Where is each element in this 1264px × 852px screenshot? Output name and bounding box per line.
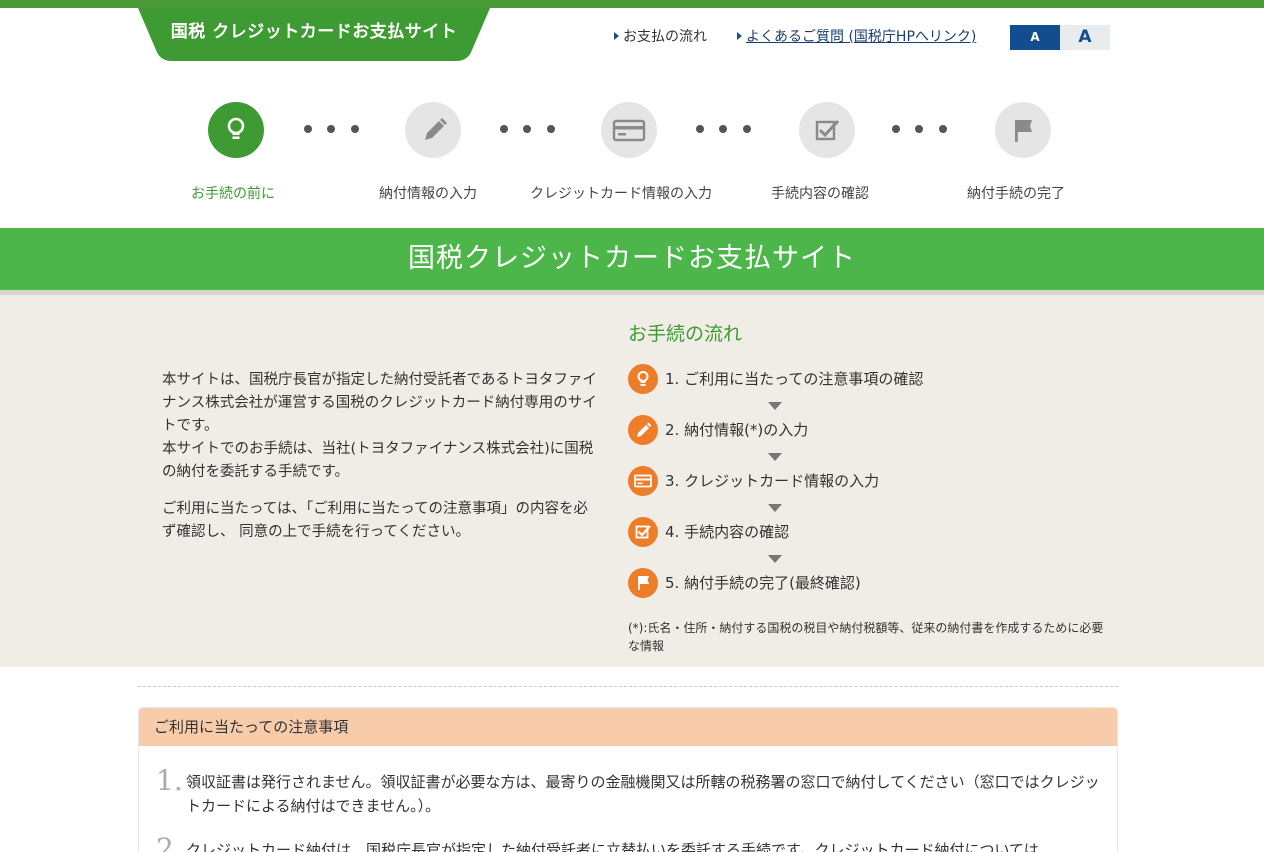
step-card-info	[601, 102, 657, 158]
payment-flow-link-label: お支払の流れ	[623, 29, 707, 45]
credit-card-icon	[612, 119, 646, 142]
top-accent-bar	[0, 0, 1264, 8]
flow-item-icon	[628, 466, 658, 496]
flag-icon	[638, 576, 649, 590]
checkbox-icon	[815, 119, 840, 141]
flow-arrow	[768, 504, 782, 512]
lightbulb-icon	[227, 117, 245, 139]
notice-item-text: 領収証書は発行されません。領収証書が必要な方は、最寄りの金融機関又は所轄の税務署…	[186, 773, 1100, 815]
notice-item-number: 1.	[156, 764, 183, 797]
pencil-icon	[425, 118, 447, 140]
font-size-small-button[interactable]: A	[1010, 25, 1060, 50]
flow-item-icon	[628, 517, 658, 547]
step-label-before: お手続の前に	[191, 186, 275, 202]
step-separator	[696, 125, 766, 135]
flow-item-text: 3. クレジットカード情報の入力	[665, 472, 880, 490]
step-payment-info	[405, 102, 461, 158]
step-label-confirm: 手続内容の確認	[771, 186, 869, 202]
intro-paragraph: 本サイトでのお手続は、当社(トヨタファイナンス株式会社)に国税の納付を委託する手…	[162, 441, 594, 480]
step-separator	[500, 125, 570, 135]
site-logo[interactable]: 国税 クレジットカードお支払サイト	[138, 8, 490, 62]
flow-item-text: 4. 手続内容の確認	[665, 523, 790, 541]
usage-notice-box: ご利用に当たっての注意事項 1. 領収証書は発行されません。領収証書が必要な方は…	[138, 707, 1118, 852]
notice-item-number: 2.	[156, 832, 183, 852]
step-separator	[892, 125, 962, 135]
flow-title: お手続の流れ	[628, 323, 743, 345]
step-confirm	[799, 102, 855, 158]
step-label-payment-info: 納付情報の入力	[379, 186, 477, 202]
pencil-icon	[637, 422, 652, 437]
checkbox-icon	[635, 525, 651, 539]
step-complete	[995, 102, 1051, 158]
intro-text: 本サイトは、国税庁長官が指定した納付受託者であるトヨタファイナンス株式会社が運営…	[162, 369, 602, 544]
step-separator	[304, 125, 374, 135]
triangle-right-icon	[614, 32, 619, 40]
step-label-card-info: クレジットカード情報の入力	[530, 186, 712, 202]
flow-item-icon	[628, 415, 658, 445]
step-label-complete: 納付手続の完了	[967, 186, 1065, 202]
site-logo-text: 国税 クレジットカードお支払サイト	[170, 22, 458, 42]
flow-item-icon	[628, 364, 658, 394]
flow-arrow	[768, 555, 782, 563]
usage-notice-title: ご利用に当たっての注意事項	[139, 708, 1117, 746]
faq-link-label: よくあるご質問 (国税庁HPへリンク)	[746, 29, 977, 45]
triangle-right-icon	[737, 32, 742, 40]
flag-icon	[1015, 120, 1032, 142]
payment-flow-link[interactable]: お支払の流れ	[614, 27, 707, 47]
flow-footnote: (*):氏名・住所・納付する国税の税目や納付税額等、従来の納付書を作成するために…	[628, 621, 1104, 653]
section-divider	[138, 686, 1118, 687]
step-before-procedure	[208, 102, 264, 158]
font-size-large-button[interactable]: A	[1060, 25, 1110, 50]
notice-item-text: クレジットカード納付は、国税庁長官が指定した納付受託者に立替払いを委託する手続で…	[186, 841, 1039, 852]
flow-item-text: 1. ご利用に当たっての注意事項の確認	[665, 370, 924, 388]
lightbulb-icon	[637, 371, 649, 386]
flow-item-icon	[628, 568, 658, 598]
credit-card-icon	[634, 474, 652, 488]
faq-link[interactable]: よくあるご質問 (国税庁HPへリンク)	[737, 27, 976, 47]
intro-paragraph: ご利用に当たっては、「ご利用に当たっての注意事項」の内容を必ず確認し、 同意の上…	[162, 501, 589, 540]
flow-arrow	[768, 453, 782, 461]
page-title-banner: 国税クレジットカードお支払サイト	[0, 228, 1264, 290]
flow-item-text: 5. 納付手続の完了(最終確認)	[665, 574, 861, 592]
flow-arrow	[768, 402, 782, 410]
flow-item-text: 2. 納付情報(*)の入力	[665, 421, 809, 439]
intro-paragraph: 本サイトは、国税庁長官が指定した納付受託者であるトヨタファイナンス株式会社が運営…	[162, 372, 597, 434]
